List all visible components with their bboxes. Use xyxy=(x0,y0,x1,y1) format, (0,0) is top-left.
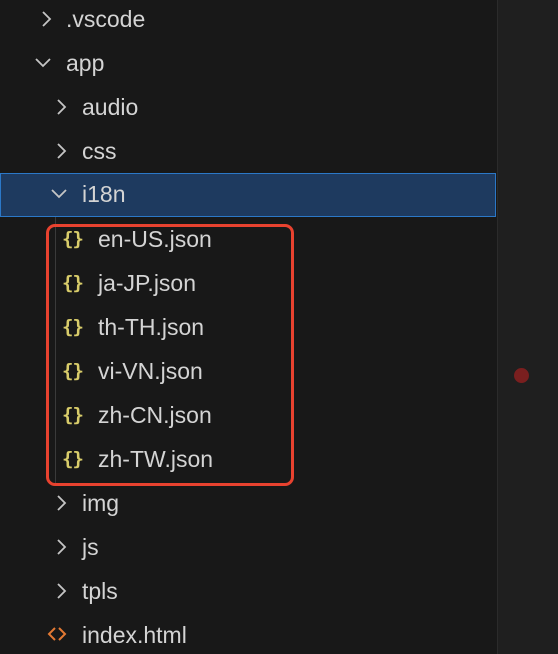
chevron-right-icon xyxy=(52,97,72,117)
tree-item-label: zh-TW.json xyxy=(98,446,214,472)
json-braces-icon: {} xyxy=(62,272,84,294)
tree-item-label: .vscode xyxy=(66,6,146,32)
chevron-right-icon xyxy=(52,141,72,161)
tree-item-css[interactable]: css xyxy=(0,132,496,176)
json-braces-icon: {} xyxy=(62,404,84,426)
tree-item-app[interactable]: app xyxy=(0,44,496,88)
tree-item-th-th-json[interactable]: {} th-TH.json xyxy=(0,308,496,352)
chevron-right-icon xyxy=(52,537,72,557)
tree-item-zh-cn-json[interactable]: {} zh-CN.json xyxy=(0,396,496,440)
tree-item-label: tpls xyxy=(82,578,118,604)
tree-item-label: ja-JP.json xyxy=(98,270,197,296)
json-braces-icon: {} xyxy=(62,316,84,338)
tree-item-vscode[interactable]: .vscode xyxy=(0,0,496,44)
json-braces-icon: {} xyxy=(62,360,84,382)
tree-item-ja-jp-json[interactable]: {} ja-JP.json xyxy=(0,264,496,308)
tree-item-label: i18n xyxy=(82,181,126,207)
tree-item-label: th-TH.json xyxy=(98,314,205,340)
tree-item-index-html[interactable]: index.html xyxy=(0,616,496,654)
tree-item-label: vi-VN.json xyxy=(98,358,203,384)
tree-item-vi-vn-json[interactable]: {} vi-VN.json xyxy=(0,352,496,396)
tree-item-label: img xyxy=(82,490,120,516)
chevron-down-icon xyxy=(33,53,53,73)
chevron-down-icon xyxy=(49,184,69,204)
breakpoint-dot xyxy=(514,368,529,383)
html-file-icon xyxy=(46,623,68,645)
tree-item-label: app xyxy=(66,50,105,76)
tree-item-img[interactable]: img xyxy=(0,484,496,528)
tree-item-i18n[interactable]: i18n xyxy=(0,173,496,217)
chevron-right-icon xyxy=(37,9,57,29)
chevron-right-icon xyxy=(52,493,72,513)
tree-item-zh-tw-json[interactable]: {} zh-TW.json xyxy=(0,440,496,484)
file-explorer: .vscode app audio css i18n {} en-US.json… xyxy=(0,0,496,654)
tree-item-label: js xyxy=(82,534,99,560)
tree-item-tpls[interactable]: tpls xyxy=(0,572,496,616)
tree-item-label: zh-CN.json xyxy=(98,402,212,428)
tree-item-en-us-json[interactable]: {} en-US.json xyxy=(0,220,496,264)
tree-item-label: css xyxy=(82,138,117,164)
json-braces-icon: {} xyxy=(62,228,84,250)
tree-item-label: index.html xyxy=(82,622,187,648)
editor-area[interactable] xyxy=(497,0,558,654)
tree-item-label: audio xyxy=(82,94,139,120)
chevron-right-icon xyxy=(52,581,72,601)
tree-item-audio[interactable]: audio xyxy=(0,88,496,132)
json-braces-icon: {} xyxy=(62,448,84,470)
tree-item-label: en-US.json xyxy=(98,226,212,252)
tree-item-js[interactable]: js xyxy=(0,528,496,572)
